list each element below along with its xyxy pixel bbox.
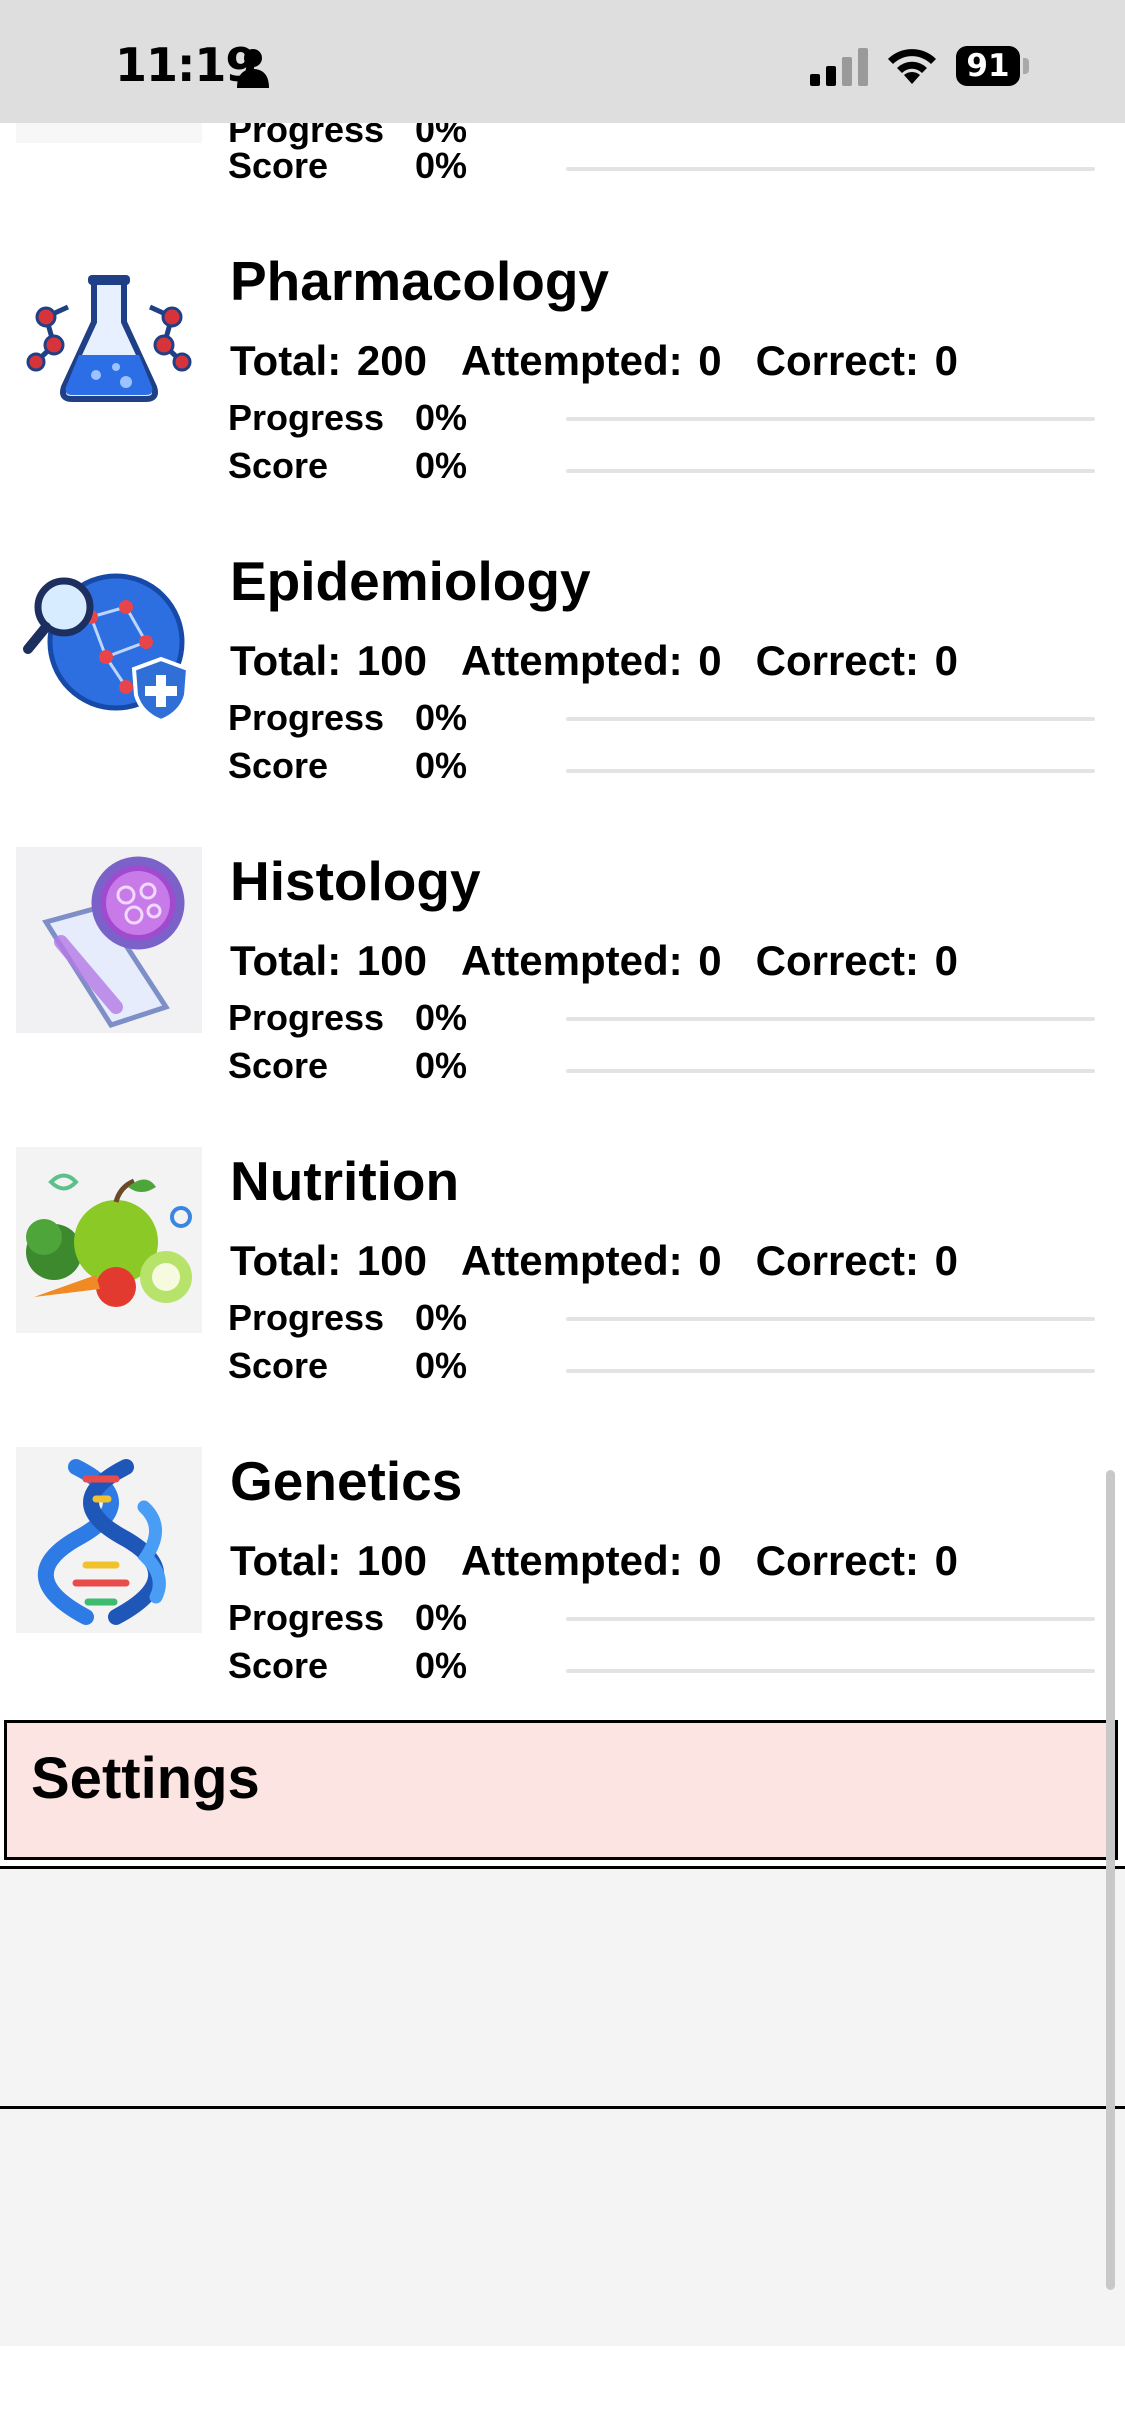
total-count: Total: 100: [230, 1237, 427, 1284]
score-label: Score: [228, 145, 329, 186]
subject-title: Pharmacology: [230, 250, 610, 312]
status-bar: 11:19 91: [0, 0, 1125, 123]
score-bar: [566, 1669, 1095, 1673]
correct-count: Correct: 0: [755, 1237, 959, 1284]
subject-title: Nutrition: [230, 1150, 460, 1212]
subject-row-epidemiology[interactable]: Epidemiology Total: 100 Attempted: 0 Corre…: [0, 547, 1125, 847]
subject-counts: Total: 100 Attempted: 0 Correct: 0: [230, 1537, 992, 1585]
person-icon: [237, 49, 269, 88]
progress-label: Progress: [228, 1597, 385, 1638]
settings-header[interactable]: Settings: [4, 1720, 1118, 1860]
settings-title: Settings: [31, 1746, 260, 1811]
total-count: Total: 100: [230, 937, 427, 984]
progress-value: 0%: [415, 997, 468, 1038]
attempted-count: Attempted: 0: [460, 337, 722, 384]
partial-subject[interactable]: Progress 0% Score 0%: [0, 109, 1125, 193]
score-value: 0%: [415, 1345, 468, 1386]
subject-row-genetics[interactable]: Genetics Total: 100 Attempted: 0 Correct: …: [0, 1447, 1125, 1747]
subject-title: Histology: [230, 850, 481, 912]
subject-row-histology[interactable]: Histology Total: 100 Attempted: 0 Correct:…: [0, 847, 1125, 1147]
scrollbar[interactable]: [1106, 1470, 1115, 2290]
score-label: Score: [228, 1045, 329, 1086]
correct-count: Correct: 0: [755, 637, 959, 684]
total-count: Total: 200: [230, 337, 427, 384]
fruit-vegetables-icon: [16, 1147, 202, 1333]
cellular-signal-icon: [810, 48, 868, 86]
correct-count: Correct: 0: [755, 337, 959, 384]
progress-value: 0%: [415, 1297, 468, 1338]
subject-row-nutrition[interactable]: Nutrition Total: 100 Attempted: 0 Correct:…: [0, 1147, 1125, 1447]
progress-label: Progress: [228, 397, 385, 438]
attempted-count: Attempted: 0: [460, 937, 722, 984]
battery-nub: [1023, 58, 1029, 74]
subject-row-pharmacology[interactable]: Pharmacology Total: 200 Attempted: 0 Corre…: [0, 247, 1125, 547]
subject-title: Genetics: [230, 1450, 463, 1512]
total-count: Total: 100: [230, 1537, 427, 1584]
progress-value: 0%: [415, 697, 468, 738]
correct-count: Correct: 0: [755, 937, 959, 984]
score-bar: [566, 1369, 1095, 1373]
score-value: 0%: [415, 1045, 468, 1086]
score-label: Score: [228, 445, 329, 486]
subject-counts: Total: 100 Attempted: 0 Correct: 0: [230, 937, 992, 985]
attempted-count: Attempted: 0: [460, 1537, 722, 1584]
partial-thumb: [16, 123, 202, 143]
battery-level: 91: [956, 46, 1020, 86]
score-bar: [566, 769, 1095, 773]
subject-counts: Total: 100 Attempted: 0 Correct: 0: [230, 637, 992, 685]
progress-bar: [566, 1017, 1095, 1021]
score-value: 0%: [415, 445, 468, 486]
progress-label: Progress: [228, 1297, 385, 1338]
score-bar: [566, 469, 1095, 473]
dna-helix-icon: [16, 1447, 202, 1633]
subject-counts: Total: 200 Attempted: 0 Correct: 0: [230, 337, 992, 385]
progress-bar: [566, 1317, 1095, 1321]
total-count: Total: 100: [230, 637, 427, 684]
subject-counts: Total: 100 Attempted: 0 Correct: 0: [230, 1237, 992, 1285]
battery-indicator: 91: [956, 46, 1029, 86]
score-value: 0%: [415, 145, 468, 186]
subject-title: Epidemiology: [230, 550, 591, 612]
progress-value: 0%: [415, 1597, 468, 1638]
score-value: 0%: [415, 1645, 468, 1686]
divider: [0, 1866, 1125, 1869]
progress-bar: [566, 717, 1095, 721]
progress-label: Progress: [228, 997, 385, 1038]
score-label: Score: [228, 1345, 329, 1386]
progress-value: 0%: [415, 397, 468, 438]
divider: [0, 2106, 1125, 2109]
progress-bar: [566, 417, 1095, 421]
flask-molecule-icon: [16, 247, 202, 433]
attempted-count: Attempted: 0: [460, 637, 722, 684]
globe-magnifier-shield-icon: [16, 547, 202, 733]
wifi-icon: [888, 49, 936, 84]
microscope-slide-icon: [16, 847, 202, 1033]
score-label: Score: [228, 1645, 329, 1686]
progress-bar: [566, 1617, 1095, 1621]
correct-count: Correct: 0: [755, 1537, 959, 1584]
attempted-count: Attempted: 0: [460, 1237, 722, 1284]
score-bar: [566, 1069, 1095, 1073]
score-label: Score: [228, 745, 329, 786]
score-bar: [566, 167, 1095, 171]
score-value: 0%: [415, 745, 468, 786]
progress-label: Progress: [228, 697, 385, 738]
